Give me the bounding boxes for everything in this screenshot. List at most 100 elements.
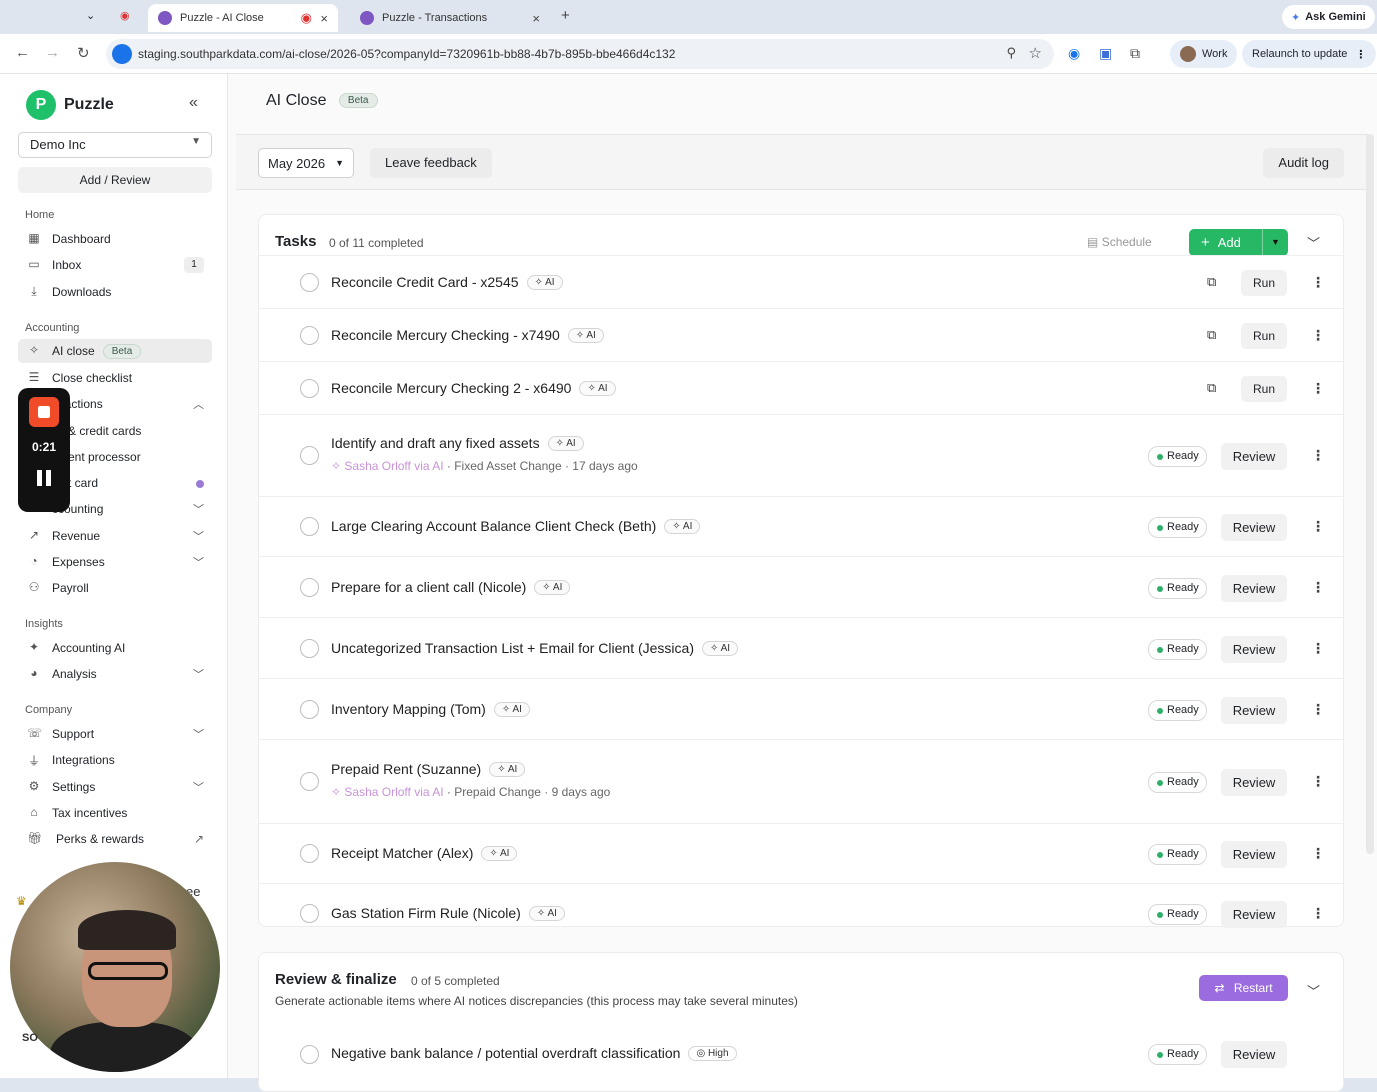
- task-row[interactable]: Large Clearing Account Balance Client Ch…: [259, 496, 1343, 556]
- bookmark-star-icon[interactable]: ☆: [1029, 44, 1042, 62]
- tab-list-chevron-icon[interactable]: ⌄: [86, 9, 95, 22]
- more-options-icon[interactable]: ⋮: [1311, 518, 1325, 535]
- extension-circle-icon[interactable]: ◉: [1068, 45, 1080, 62]
- sidebar-item-payroll[interactable]: ⚇ Payroll: [18, 576, 212, 600]
- sidebar-item-support[interactable]: ☏ Support ﹀: [18, 722, 212, 746]
- open-external-icon[interactable]: ⧉: [1207, 274, 1216, 290]
- task-row[interactable]: Uncategorized Transaction List + Email f…: [259, 617, 1343, 678]
- task-checkbox[interactable]: [300, 326, 319, 345]
- sidebar-item-dashboard[interactable]: ▦ Dashboard: [18, 227, 212, 251]
- zoom-icon[interactable]: ⚲: [1006, 45, 1016, 61]
- reload-icon[interactable]: ↻: [77, 44, 90, 62]
- sidebar-item-expenses[interactable]: ◔ Expenses ﹀: [18, 550, 212, 574]
- more-options-icon[interactable]: ⋮: [1311, 845, 1325, 862]
- task-checkbox[interactable]: [300, 273, 319, 292]
- sidebar-item-tax-incentives[interactable]: ⌂ Tax incentives: [18, 801, 212, 825]
- task-row[interactable]: Reconcile Mercury Checking - x7490 ✧ AI …: [259, 308, 1343, 361]
- review-button[interactable]: Review: [1221, 636, 1287, 663]
- sidebar-item-downloads[interactable]: ⤓ Downloads: [18, 280, 212, 304]
- task-checkbox[interactable]: [300, 379, 319, 398]
- company-select[interactable]: Demo Inc ▼: [18, 132, 212, 158]
- task-checkbox[interactable]: [300, 844, 319, 863]
- add-task-button[interactable]: + Add ▼: [1189, 229, 1288, 256]
- collapse-sidebar-icon[interactable]: «: [189, 94, 198, 112]
- task-row[interactable]: Receipt Matcher (Alex) ✧ AI Ready Review ⋮: [259, 823, 1343, 883]
- task-checkbox[interactable]: [300, 639, 319, 658]
- task-checkbox[interactable]: [300, 578, 319, 597]
- sidebar-item-integrations[interactable]: ⏚ Integrations: [18, 748, 212, 772]
- sidebar-item-settings[interactable]: ⚙ Settings ﹀: [18, 775, 212, 799]
- more-options-icon[interactable]: ⋮: [1311, 579, 1325, 596]
- review-button[interactable]: Review: [1221, 841, 1287, 868]
- task-author[interactable]: Sasha Orloff via AI: [344, 785, 443, 799]
- sidebar-item-close-checklist[interactable]: ☰ Close checklist: [18, 366, 212, 390]
- add-review-button[interactable]: Add / Review: [18, 167, 212, 193]
- review-button[interactable]: Review: [1221, 575, 1287, 602]
- task-checkbox[interactable]: [300, 700, 319, 719]
- task-row[interactable]: Prepaid Rent (Suzanne) ✧ AI ✧ Sasha Orlo…: [259, 739, 1343, 823]
- run-button[interactable]: Run: [1241, 270, 1287, 296]
- more-options-icon[interactable]: ⋮: [1311, 274, 1325, 291]
- task-checkbox[interactable]: [300, 517, 319, 536]
- profile-button[interactable]: Work: [1170, 40, 1238, 68]
- review-button[interactable]: Review: [1221, 901, 1287, 928]
- task-checkbox[interactable]: [300, 1045, 319, 1064]
- run-button[interactable]: Run: [1241, 376, 1287, 402]
- collapse-review-chevron-icon[interactable]: ﹀: [1307, 981, 1320, 1000]
- more-options-icon[interactable]: ⋮: [1311, 773, 1325, 790]
- user-avatar[interactable]: SO: [22, 1032, 38, 1044]
- sidebar-item-inbox[interactable]: ▭ Inbox 1: [18, 253, 212, 277]
- new-tab-icon[interactable]: +: [561, 7, 570, 24]
- schedule-button[interactable]: ▤ Schedule: [1087, 235, 1152, 249]
- scrollbar[interactable]: [1366, 134, 1374, 854]
- task-checkbox[interactable]: [300, 904, 319, 923]
- task-row[interactable]: Reconcile Mercury Checking 2 - x6490 ✧ A…: [259, 361, 1343, 414]
- add-dropdown-caret-icon[interactable]: ▼: [1262, 229, 1288, 256]
- task-row[interactable]: Inventory Mapping (Tom) ✧ AI Ready Review…: [259, 678, 1343, 739]
- collapse-tasks-chevron-icon[interactable]: ﹀: [1307, 233, 1320, 252]
- task-row[interactable]: Gas Station Firm Rule (Nicole) ✧ AI Read…: [259, 883, 1343, 943]
- site-info-icon[interactable]: [112, 44, 132, 64]
- close-tab-icon[interactable]: ×: [532, 11, 540, 26]
- restart-button[interactable]: ⇄ Restart: [1199, 975, 1288, 1001]
- forward-arrow-icon[interactable]: →: [45, 44, 60, 61]
- tab-ai-close[interactable]: Puzzle - AI Close ◉ ×: [148, 4, 338, 32]
- tab-transactions[interactable]: Puzzle - Transactions ×: [350, 4, 550, 32]
- more-options-icon[interactable]: ⋮: [1311, 380, 1325, 397]
- review-button[interactable]: Review: [1221, 1041, 1287, 1068]
- back-arrow-icon[interactable]: ←: [15, 44, 30, 61]
- stop-recording-button[interactable]: [29, 397, 59, 427]
- sidebar-item-accounting-ai[interactable]: ✦ Accounting AI: [18, 636, 212, 660]
- review-button[interactable]: Review: [1221, 769, 1287, 796]
- more-options-icon[interactable]: ⋮: [1311, 327, 1325, 344]
- task-row[interactable]: Prepare for a client call (Nicole) ✧ AI …: [259, 556, 1343, 617]
- more-options-icon[interactable]: ⋮: [1311, 905, 1325, 922]
- extensions-puzzle-icon[interactable]: ⧉: [1130, 45, 1140, 62]
- more-options-icon[interactable]: ⋮: [1311, 447, 1325, 464]
- open-external-icon[interactable]: ⧉: [1207, 380, 1216, 396]
- audit-log-button[interactable]: Audit log: [1263, 148, 1344, 178]
- ask-gemini-button[interactable]: ✦ Ask Gemini: [1282, 5, 1375, 29]
- task-row[interactable]: Identify and draft any fixed assets ✧ AI…: [259, 414, 1343, 496]
- pause-recording-button[interactable]: [37, 470, 51, 486]
- review-row[interactable]: Negative bank balance / potential overdr…: [259, 1033, 1343, 1077]
- sidebar-item-ai-close[interactable]: ✧ AI close Beta: [18, 339, 212, 363]
- extension-app-icon[interactable]: ▣: [1099, 45, 1112, 62]
- task-checkbox[interactable]: [300, 446, 319, 465]
- run-button[interactable]: Run: [1241, 323, 1287, 349]
- period-dropdown[interactable]: May 2026 ▼: [258, 148, 354, 178]
- task-author[interactable]: Sasha Orloff via AI: [344, 459, 443, 473]
- more-options-icon[interactable]: ⋮: [1311, 640, 1325, 657]
- review-button[interactable]: Review: [1221, 514, 1287, 541]
- sidebar-item-analysis[interactable]: ◕ Analysis ﹀: [18, 662, 212, 686]
- review-button[interactable]: Review: [1221, 443, 1287, 470]
- task-row[interactable]: Reconcile Credit Card - x2545 ✧ AI ⧉ Run ⋮: [259, 255, 1343, 308]
- leave-feedback-button[interactable]: Leave feedback: [370, 148, 492, 178]
- address-bar[interactable]: staging.southparkdata.com/ai-close/2026-…: [106, 39, 1054, 69]
- relaunch-button[interactable]: Relaunch to update ⋮: [1242, 40, 1377, 68]
- sidebar-item-perks-rewards[interactable]: 🎁︎ Perks & rewards ↗: [18, 827, 212, 851]
- open-external-icon[interactable]: ⧉: [1207, 327, 1216, 343]
- review-button[interactable]: Review: [1221, 697, 1287, 724]
- task-checkbox[interactable]: [300, 772, 319, 791]
- sidebar-item-revenue[interactable]: ↗ Revenue ﹀: [18, 524, 212, 548]
